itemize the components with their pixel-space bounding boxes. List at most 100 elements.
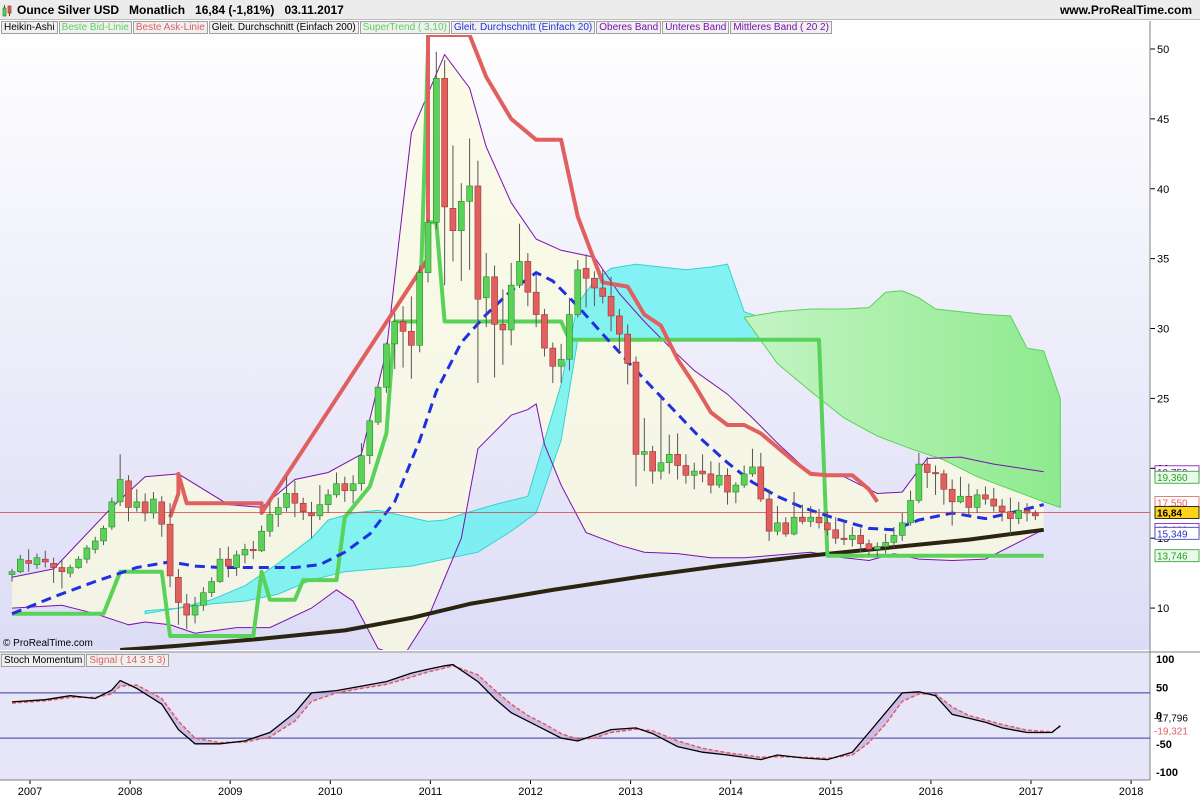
candle-body xyxy=(183,603,191,616)
candle-body xyxy=(216,558,224,582)
candle-body xyxy=(150,498,157,514)
candle-body xyxy=(682,465,690,476)
stoch-value-label-0: -17,796 xyxy=(1154,714,1188,725)
candle-body xyxy=(225,558,232,567)
legend-upper-band[interactable]: Oberes Band xyxy=(596,21,662,34)
candle-body xyxy=(391,321,399,345)
candle-body xyxy=(591,277,598,289)
candle-body xyxy=(641,451,648,455)
price-label-6: 13,746 xyxy=(1154,549,1200,563)
candle-body xyxy=(857,535,864,545)
candle-body xyxy=(707,473,715,486)
candle-body xyxy=(715,474,723,486)
candle-body xyxy=(907,500,914,524)
candle-body xyxy=(1023,509,1031,514)
candle-body xyxy=(890,535,898,543)
candle-body xyxy=(424,221,432,273)
x-tick-label-2012: 2012 xyxy=(518,786,542,798)
y-tick-label-40: 40 xyxy=(1157,184,1169,196)
stoch-tick-label: -50 xyxy=(1156,739,1172,751)
candle-body xyxy=(133,501,141,508)
price-label-text: 15,349 xyxy=(1157,529,1188,540)
candle-body xyxy=(882,542,889,547)
y-tick-label-50: 50 xyxy=(1157,44,1169,56)
candle-body xyxy=(308,512,315,517)
candle-body xyxy=(765,498,773,532)
candle-body xyxy=(416,272,423,346)
legend-stoch-signal[interactable]: Signal ( 14 3 5 3) xyxy=(86,654,169,667)
legend-middle-band[interactable]: Mittleres Band ( 20 2) xyxy=(730,21,832,34)
candle-body xyxy=(166,523,174,577)
candle-body xyxy=(740,473,748,486)
candle-body xyxy=(824,522,831,531)
legend-lower-band[interactable]: Unteres Band xyxy=(662,21,730,34)
candle-body xyxy=(474,185,482,300)
candle-body xyxy=(482,276,490,299)
candle-body xyxy=(724,474,731,493)
candle-body xyxy=(17,558,24,573)
candle-body xyxy=(849,535,856,540)
candle-body xyxy=(815,516,823,524)
x-tick-label-2016: 2016 xyxy=(919,786,943,798)
candle-body xyxy=(873,546,881,550)
candle-body xyxy=(840,537,848,540)
candle-body xyxy=(732,484,740,493)
candle-body xyxy=(233,554,240,568)
legend-supertrend[interactable]: SuperTrend ( 3,10) xyxy=(359,21,450,34)
candle-body xyxy=(125,480,132,508)
candle-body xyxy=(249,549,257,552)
candle-body xyxy=(441,78,448,208)
candle-body xyxy=(25,560,32,564)
price-chart[interactable]: 10152025303540455019,75019,36017,55016,8… xyxy=(0,0,1200,800)
legend-bid-line[interactable]: Beste Bid-Linie xyxy=(58,21,132,34)
legend-ma20[interactable]: Gleit. Durchschnitt (Einfach 20) xyxy=(450,21,596,34)
candle-body xyxy=(832,529,839,539)
candle-body xyxy=(665,454,673,464)
price-label-text: 13,746 xyxy=(1157,552,1188,563)
candle-body xyxy=(291,493,299,504)
candle-body xyxy=(616,315,623,335)
candle-body xyxy=(940,473,948,490)
price-label-1: 19,360 xyxy=(1154,470,1200,484)
candle-body xyxy=(524,261,532,293)
candle-body xyxy=(690,470,698,476)
candle-body xyxy=(433,78,440,223)
candle-body xyxy=(790,516,798,535)
candle-body xyxy=(66,567,74,574)
candle-body xyxy=(507,284,515,331)
candle-body xyxy=(299,502,307,512)
candle-body xyxy=(782,522,790,535)
stoch-tick-label: -100 xyxy=(1156,767,1178,779)
y-tick-label-45: 45 xyxy=(1157,114,1169,126)
candle-body xyxy=(574,269,582,315)
legend-ma200[interactable]: Gleit. Durchschnitt (Einfach 200) xyxy=(208,21,359,34)
candle-body xyxy=(649,451,656,472)
candle-body xyxy=(1032,512,1039,517)
candle-body xyxy=(674,454,681,466)
candle-body xyxy=(83,547,91,560)
legend-ask-line[interactable]: Beste Ask-Linie xyxy=(132,21,208,34)
indicator-legend: Heikin-Ashi Beste Bid-Linie Beste Ask-Li… xyxy=(1,21,833,34)
candle-body xyxy=(266,514,274,532)
x-tick-label-2013: 2013 xyxy=(618,786,642,798)
candle-body xyxy=(41,558,49,563)
x-tick-label-2008: 2008 xyxy=(118,786,142,798)
candle-body xyxy=(807,516,815,522)
legend-heikin-ashi[interactable]: Heikin-Ashi xyxy=(1,21,58,34)
candle-body xyxy=(100,528,107,542)
candle-body xyxy=(116,479,124,503)
y-tick-label-30: 30 xyxy=(1157,324,1169,336)
legend-stoch-momentum[interactable]: Stoch Momentum xyxy=(1,654,86,667)
candle-body xyxy=(349,483,357,491)
candle-body xyxy=(358,455,365,484)
candle-body xyxy=(957,495,964,503)
candle-body xyxy=(316,504,324,517)
candle-body xyxy=(607,296,615,317)
candle-body xyxy=(657,462,665,472)
x-tick-label-2011: 2011 xyxy=(419,786,443,798)
candle-body xyxy=(258,530,265,552)
candle-body xyxy=(749,466,756,475)
candle-body xyxy=(75,558,82,568)
candle-body xyxy=(582,268,590,279)
candle-body xyxy=(366,420,374,457)
